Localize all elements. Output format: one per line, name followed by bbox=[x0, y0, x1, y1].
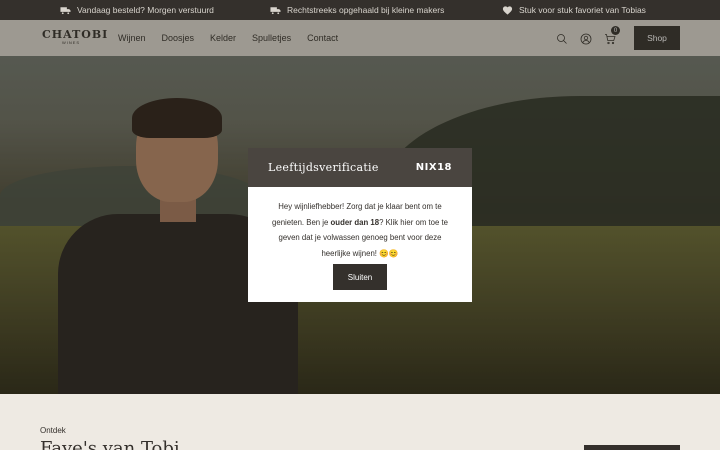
modal-text-bold: ouder dan 18 bbox=[330, 217, 380, 227]
section-title: Fave's van Tobi bbox=[40, 438, 180, 450]
usp-bar: Vandaag besteld? Morgen verstuurd Rechts… bbox=[0, 0, 720, 20]
usp-item: Rechtstreeks opgehaald bij kleine makers bbox=[270, 0, 444, 20]
section-eyebrow: Ontdek bbox=[40, 426, 66, 435]
modal-title: Leeftijdsverificatie bbox=[268, 161, 379, 174]
usp-item: Vandaag besteld? Morgen verstuurd bbox=[60, 0, 214, 20]
age-verification-modal: Leeftijdsverificatie NIX18 Hey wijnliefh… bbox=[248, 148, 472, 302]
usp-text: Vandaag besteld? Morgen verstuurd bbox=[77, 5, 214, 15]
heart-icon bbox=[502, 5, 513, 15]
usp-item: Stuk voor stuk favoriet van Tobias bbox=[502, 0, 646, 20]
truck-icon bbox=[270, 6, 281, 14]
usp-text: Rechtstreeks opgehaald bij kleine makers bbox=[287, 5, 445, 15]
modal-body-text: Hey wijnliefhebber! Zorg dat je klaar be… bbox=[248, 187, 472, 261]
section-button[interactable] bbox=[584, 445, 680, 450]
modal-header: Leeftijdsverificatie NIX18 bbox=[248, 148, 472, 187]
nix18-logo: NIX18 bbox=[415, 162, 452, 173]
truck-icon bbox=[60, 6, 71, 14]
usp-text: Stuk voor stuk favoriet van Tobias bbox=[519, 5, 646, 15]
close-button[interactable]: Sluiten bbox=[333, 264, 387, 290]
favorites-section: Ontdek Fave's van Tobi bbox=[0, 394, 720, 450]
